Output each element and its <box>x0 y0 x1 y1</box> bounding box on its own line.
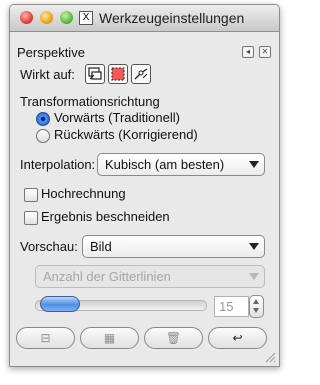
checkbox-clip-result[interactable] <box>24 211 38 225</box>
direction-heading: Transformationsrichtung <box>20 94 160 109</box>
checkbox-supersample-label[interactable]: Hochrechnung <box>41 186 126 201</box>
panel-title: Perspektive <box>17 45 85 60</box>
layer-icon <box>88 67 102 80</box>
minimize-window-button[interactable] <box>40 11 53 24</box>
grid-type-select[interactable]: Anzahl der Gitterlinien <box>35 265 265 288</box>
checkbox-clip-result-label[interactable]: Ergebnis beschneiden <box>41 209 170 224</box>
save-options-button[interactable]: ⊟ <box>16 327 75 349</box>
reset-options-button[interactable]: ↩ <box>208 327 267 349</box>
affect-layer-button[interactable] <box>85 64 105 84</box>
tool-options-window: X Werkzeugeinstellungen Perspektive ◂ ✕ … <box>9 4 280 367</box>
panel-menu-button[interactable]: ◂ <box>242 46 254 58</box>
zoom-window-button[interactable] <box>60 11 73 24</box>
resize-grip-icon[interactable] <box>264 351 276 363</box>
preview-label: Vorschau: <box>20 239 78 254</box>
save-options-icon: ⊟ <box>40 331 51 345</box>
interpolation-value: Kubisch (am besten) <box>105 157 225 172</box>
chevron-down-icon <box>249 243 259 250</box>
path-icon <box>134 68 148 80</box>
checkbox-supersample[interactable] <box>24 188 38 202</box>
restore-options-button[interactable]: ▦ <box>80 327 139 349</box>
stepper-down-icon[interactable] <box>253 308 259 313</box>
affect-path-button[interactable] <box>131 64 151 84</box>
radio-backward-label[interactable]: Rückwärts (Korrigierend) <box>54 127 198 142</box>
radio-forward-label[interactable]: Vorwärts (Traditionell) <box>54 110 180 125</box>
reset-options-icon: ↩ <box>232 331 243 345</box>
grid-type-value: Anzahl der Gitterlinien <box>43 269 171 284</box>
radio-backward[interactable] <box>36 129 50 143</box>
interpolation-select[interactable]: Kubisch (am besten) <box>97 153 265 176</box>
panel-close-button[interactable]: ✕ <box>259 46 271 58</box>
grid-count-value: 15 <box>219 299 234 314</box>
grid-count-input[interactable]: 15 <box>214 296 249 317</box>
panel-header: Perspektive ◂ ✕ <box>17 45 272 60</box>
preview-select[interactable]: Bild <box>82 235 265 258</box>
affect-label: Wirkt auf: <box>20 67 75 82</box>
affect-selection-button[interactable] <box>108 64 128 84</box>
chevron-down-icon <box>249 161 259 168</box>
grid-count-slider-knob[interactable] <box>40 296 80 312</box>
grid-count-stepper[interactable] <box>249 295 264 318</box>
stepper-up-icon[interactable] <box>253 299 259 304</box>
title-bar[interactable]: X Werkzeugeinstellungen <box>10 5 279 32</box>
interpolation-label: Interpolation: <box>20 157 96 172</box>
chevron-down-icon <box>249 273 259 280</box>
close-window-button[interactable] <box>20 11 33 24</box>
delete-options-icon: 🗑 <box>165 331 182 345</box>
x11-icon: X <box>79 11 93 25</box>
restore-options-icon: ▦ <box>103 331 116 345</box>
window-title: Werkzeugeinstellungen <box>99 10 245 26</box>
radio-forward[interactable] <box>36 112 50 126</box>
selection-icon <box>111 67 125 81</box>
delete-options-button[interactable]: 🗑 <box>144 327 203 349</box>
preview-value: Bild <box>90 239 112 254</box>
